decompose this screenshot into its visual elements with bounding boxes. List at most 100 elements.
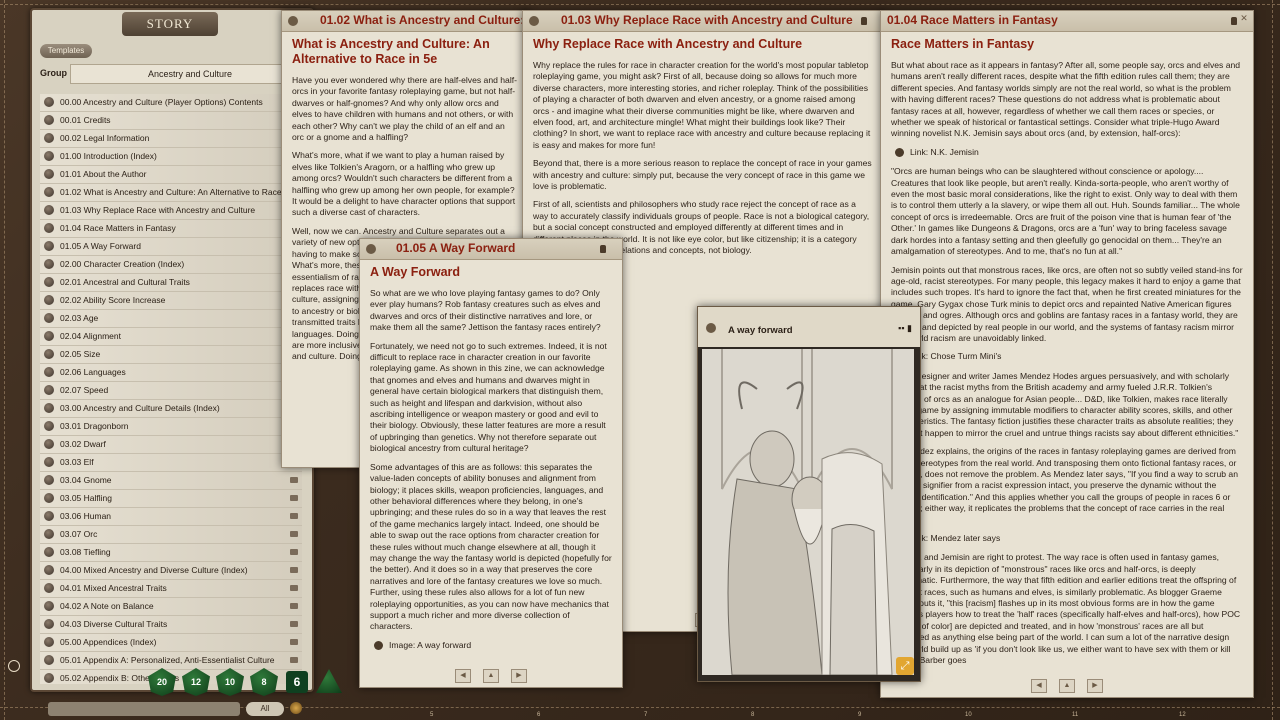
up-page-icon[interactable]: ▲: [1059, 679, 1075, 693]
next-page-icon[interactable]: ▶: [1087, 679, 1103, 693]
story-list-item[interactable]: 03.04 Gnome: [40, 472, 302, 490]
story-entry-icon[interactable]: [44, 187, 54, 197]
story-list-item[interactable]: 05.01 Appendix A: Personalized, Anti-Ess…: [40, 652, 302, 670]
story-list-item[interactable]: 03.01 Dragonborn: [40, 418, 302, 436]
story-entry-icon[interactable]: [44, 655, 54, 665]
link-row[interactable]: Link: Mendez later says: [895, 533, 1243, 544]
link-label[interactable]: Image: A way forward: [389, 640, 471, 651]
story-list-item[interactable]: 03.06 Human: [40, 508, 302, 526]
image-titlebar[interactable]: A way forward ▪▪ ▮: [698, 307, 920, 347]
image-window[interactable]: A way forward ▪▪ ▮ ⤢: [697, 306, 921, 682]
story-list-item[interactable]: 02.07 Speed: [40, 382, 302, 400]
story-entry-icon[interactable]: [44, 565, 54, 575]
lock-icon[interactable]: [861, 17, 867, 25]
note-window-0104[interactable]: 01.04 Race Matters in Fantasy ✕ Race Mat…: [880, 10, 1254, 698]
story-entry-icon[interactable]: [44, 367, 54, 377]
group-filter[interactable]: Ancestry and Culture: [70, 64, 310, 84]
story-entry-icon[interactable]: [44, 313, 54, 323]
story-entry-icon[interactable]: [44, 133, 54, 143]
story-list-item[interactable]: 02.06 Languages: [40, 364, 302, 382]
note-grip-icon[interactable]: [529, 16, 539, 26]
note-titlebar[interactable]: 01.04 Race Matters in Fantasy ✕: [881, 11, 1253, 32]
note-grip-icon[interactable]: [288, 16, 298, 26]
story-list-item[interactable]: 00.02 Legal Information: [40, 130, 302, 148]
story-entry-icon[interactable]: [44, 385, 54, 395]
story-list-item[interactable]: 01.02 What is Ancestry and Culture: An A…: [40, 184, 302, 202]
story-list-item[interactable]: 05.00 Appendices (Index): [40, 634, 302, 652]
story-list-item[interactable]: 03.08 Tiefling: [40, 544, 302, 562]
close-icon[interactable]: ✕: [1239, 13, 1249, 23]
story-entry-icon[interactable]: [44, 475, 54, 485]
note-titlebar[interactable]: 01.02 What is Ancestry and Culture:: [282, 11, 528, 32]
note-titlebar[interactable]: 01.05 A Way Forward: [360, 239, 622, 260]
story-entry-icon[interactable]: [44, 529, 54, 539]
story-list-item[interactable]: 02.05 Size: [40, 346, 302, 364]
story-entry-icon[interactable]: [44, 277, 54, 287]
story-entry-icon[interactable]: [44, 223, 54, 233]
story-list-item[interactable]: 04.03 Diverse Cultural Traits: [40, 616, 302, 634]
filter-all-button[interactable]: All: [246, 702, 284, 716]
story-entry-icon[interactable]: [44, 403, 54, 413]
story-list-item[interactable]: 02.04 Alignment: [40, 328, 302, 346]
story-entry-icon[interactable]: [44, 601, 54, 611]
image-grip-icon[interactable]: [706, 323, 716, 333]
story-entry-icon[interactable]: [44, 295, 54, 305]
story-entry-icon[interactable]: [44, 511, 54, 521]
templates-button[interactable]: Templates: [40, 44, 92, 58]
link-label[interactable]: Link: N.K. Jemisin: [910, 147, 979, 158]
prev-page-icon[interactable]: ◀: [1031, 679, 1047, 693]
link-label[interactable]: Link: Chose Turm Mini's: [910, 351, 1001, 362]
story-entry-icon[interactable]: [44, 169, 54, 179]
link-label[interactable]: Link: Mendez later says: [910, 533, 1000, 544]
story-list-item[interactable]: 03.03 Elf: [40, 454, 302, 472]
story-list-item[interactable]: 00.00 Ancestry and Culture (Player Optio…: [40, 94, 302, 112]
story-entry-icon[interactable]: [44, 151, 54, 161]
story-list-item[interactable]: 03.00 Ancestry and Culture Details (Inde…: [40, 400, 302, 418]
note-titlebar[interactable]: 01.03 Why Replace Race with Ancestry and…: [523, 11, 883, 32]
story-list-item[interactable]: 02.02 Ability Score Increase: [40, 292, 302, 310]
story-list-item[interactable]: 00.01 Credits: [40, 112, 302, 130]
prev-page-icon[interactable]: ◀: [455, 669, 471, 683]
story-entry-icon[interactable]: [44, 421, 54, 431]
story-list-item[interactable]: 01.01 About the Author: [40, 166, 302, 184]
story-entry-icon[interactable]: [44, 241, 54, 251]
image-controls-icon[interactable]: ▪▪ ▮: [898, 323, 912, 334]
pin-icon[interactable]: [290, 702, 302, 714]
story-entry-icon[interactable]: [44, 439, 54, 449]
story-entry-icon[interactable]: [44, 673, 54, 683]
story-entry-icon[interactable]: [44, 97, 54, 107]
story-list-item[interactable]: 02.01 Ancestral and Cultural Traits: [40, 274, 302, 292]
story-entry-icon[interactable]: [44, 493, 54, 503]
link-row[interactable]: Image: A way forward: [374, 640, 612, 651]
link-row[interactable]: Link: N.K. Jemisin: [895, 147, 1243, 158]
story-entry-icon[interactable]: [44, 637, 54, 647]
story-list-item[interactable]: 03.02 Dwarf: [40, 436, 302, 454]
story-list-item[interactable]: 01.00 Introduction (Index): [40, 148, 302, 166]
link-icon[interactable]: [895, 148, 904, 157]
d6-die[interactable]: 6: [286, 671, 308, 693]
link-row[interactable]: Link: Chose Turm Mini's: [895, 351, 1243, 362]
story-list-item[interactable]: 03.05 Halfling: [40, 490, 302, 508]
story-header[interactable]: STORY: [122, 12, 218, 36]
note-grip-icon[interactable]: [366, 244, 376, 254]
story-list-item[interactable]: 02.00 Character Creation (Index): [40, 256, 302, 274]
story-list-item[interactable]: 01.03 Why Replace Race with Ancestry and…: [40, 202, 302, 220]
image-link-icon[interactable]: [374, 641, 383, 650]
story-list-item[interactable]: 03.07 Orc: [40, 526, 302, 544]
next-page-icon[interactable]: ▶: [511, 669, 527, 683]
home-icon[interactable]: [8, 660, 20, 672]
story-entry-icon[interactable]: [44, 583, 54, 593]
story-entry-icon[interactable]: [44, 115, 54, 125]
story-list-item[interactable]: 01.05 A Way Forward: [40, 238, 302, 256]
zoom-icon[interactable]: ⤢: [896, 657, 914, 675]
story-entry-icon[interactable]: [44, 619, 54, 629]
story-entry-icon[interactable]: [44, 349, 54, 359]
lock-icon[interactable]: [600, 245, 606, 253]
story-list-item[interactable]: 01.04 Race Matters in Fantasy: [40, 220, 302, 238]
story-entry-icon[interactable]: [44, 331, 54, 341]
search-input[interactable]: [48, 702, 240, 716]
story-entry-icon[interactable]: [44, 457, 54, 467]
story-entry-icon[interactable]: [44, 547, 54, 557]
story-entry-icon[interactable]: [44, 205, 54, 215]
story-list-item[interactable]: 02.03 Age: [40, 310, 302, 328]
